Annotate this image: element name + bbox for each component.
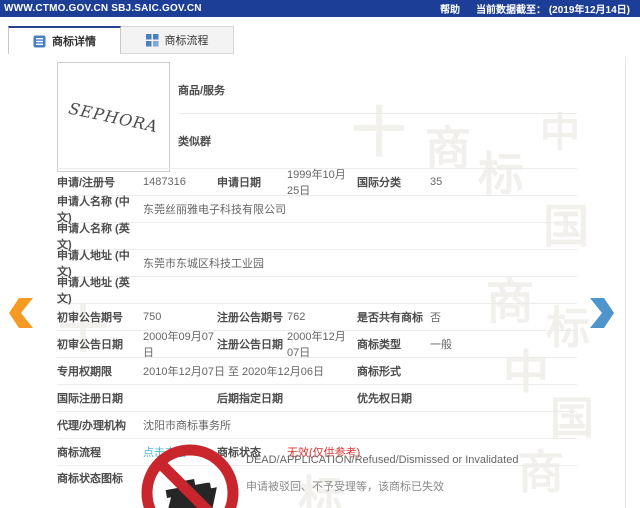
table-row: 专用权期限 2010年12月07日 至 2020年12月06日 商标形式	[57, 358, 577, 385]
help-link[interactable]: 帮助	[440, 1, 460, 16]
prelim-gazette-no-value: 750	[143, 311, 217, 323]
intl-reg-date-label: 国际注册日期	[57, 390, 217, 406]
trademark-form-label: 商标形式	[357, 363, 430, 379]
later-designation-date-label: 后期指定日期	[217, 390, 357, 406]
table-row: 代理/办理机构 沈阳市商标事务所	[57, 412, 577, 439]
tab-label: 商标详情	[52, 33, 96, 49]
previous-arrow-button[interactable]	[9, 296, 35, 330]
status-icon-label: 商标状态图标	[57, 470, 123, 486]
similar-group-label: 类似群	[178, 133, 211, 149]
table-row: 申请/注册号 1487316 申请日期 1999年10月25日 国际分类 35	[57, 169, 577, 196]
table-row: 申请人名称 (英文)	[57, 223, 577, 250]
dead-trademark-icon	[140, 443, 240, 508]
table-row: 申请人名称 (中文) 东莞丝丽雅电子科技有限公司	[57, 196, 577, 223]
table-row: 申请人地址 (英文)	[57, 277, 577, 304]
tab-label: 商标流程	[165, 32, 209, 48]
top-bar: WWW.CTMO.GOV.CN SBJ.SAIC.GOV.CN 帮助 当前数据截…	[0, 0, 640, 17]
table-row: 申请人地址 (中文) 东莞市东城区科技工业园	[57, 250, 577, 277]
reg-gazette-no-label: 注册公告期号	[217, 309, 287, 325]
divider	[178, 113, 577, 114]
exclusive-period-label: 专用权期限	[57, 363, 143, 379]
intl-class-value: 35	[430, 176, 577, 188]
document-icon	[33, 35, 46, 48]
prelim-gazette-date-value: 2000年09月07日	[143, 328, 217, 360]
next-arrow-button[interactable]	[588, 296, 614, 330]
goods-services-label: 商品/服务	[178, 82, 225, 98]
app-reg-no-value: 1487316	[143, 176, 217, 188]
joint-trademark-label: 是否共有商标	[357, 309, 430, 325]
dead-status-text-cn: 申请被驳回、不予受理等，该商标已失效	[246, 478, 444, 494]
trademark-logo-text: SEPHORA	[67, 98, 160, 136]
reg-gazette-date-label: 注册公告日期	[217, 336, 287, 352]
tab-trademark-process[interactable]: 商标流程	[121, 26, 234, 54]
grid-icon	[146, 34, 159, 47]
trademark-type-value: 一般	[430, 336, 577, 352]
prelim-gazette-no-label: 初审公告期号	[57, 309, 143, 325]
app-reg-no-label: 申请/注册号	[57, 174, 143, 190]
table-row: 初审公告日期 2000年09月07日 注册公告日期 2000年12月07日 商标…	[57, 331, 577, 358]
applicant-addr-en-label: 申请人地址 (英文)	[57, 274, 143, 306]
site-url-text: WWW.CTMO.GOV.CN SBJ.SAIC.GOV.CN	[0, 3, 202, 14]
detail-table: 申请/注册号 1487316 申请日期 1999年10月25日 国际分类 35 …	[57, 168, 577, 466]
prelim-gazette-date-label: 初审公告日期	[57, 336, 143, 352]
table-row: 初审公告期号 750 注册公告期号 762 是否共有商标 否	[57, 304, 577, 331]
watermark-glyph: 中	[540, 100, 580, 158]
dead-status-text-en: DEAD/APPLICATION/Refused/Dismissed or In…	[246, 454, 518, 466]
trademark-type-label: 商标类型	[357, 336, 430, 352]
priority-date-label: 优先权日期	[357, 390, 577, 406]
reg-gazette-no-value: 762	[287, 311, 357, 323]
agency-label: 代理/办理机构	[57, 417, 143, 433]
joint-trademark-value: 否	[430, 309, 577, 325]
data-cutoff-text: 当前数据截至： (2019年12月14日)	[476, 1, 640, 16]
tab-bar: 商标详情 商标流程	[8, 26, 234, 54]
trademark-detail-page: WWW.CTMO.GOV.CN SBJ.SAIC.GOV.CN 帮助 当前数据截…	[0, 0, 640, 508]
applicant-addr-cn-value: 东莞市东城区科技工业园	[143, 255, 577, 271]
applicant-name-cn-value: 东莞丝丽雅电子科技有限公司	[143, 201, 577, 217]
status-block: 商标状态图标 DEAD/APPLICATION/Refused/Dismisse…	[0, 438, 640, 508]
exclusive-period-value: 2010年12月07日 至 2020年12月06日	[143, 363, 357, 379]
reg-gazette-date-value: 2000年12月07日	[287, 328, 357, 360]
trademark-image: SEPHORA	[57, 62, 170, 172]
agency-value: 沈阳市商标事务所	[143, 417, 577, 433]
table-row: 国际注册日期 后期指定日期 优先权日期	[57, 385, 577, 412]
app-date-label: 申请日期	[217, 174, 287, 190]
tab-trademark-details[interactable]: 商标详情	[8, 26, 121, 54]
watermark-glyph: 十	[352, 88, 406, 167]
intl-class-label: 国际分类	[357, 174, 430, 190]
app-date-value: 1999年10月25日	[287, 166, 357, 198]
